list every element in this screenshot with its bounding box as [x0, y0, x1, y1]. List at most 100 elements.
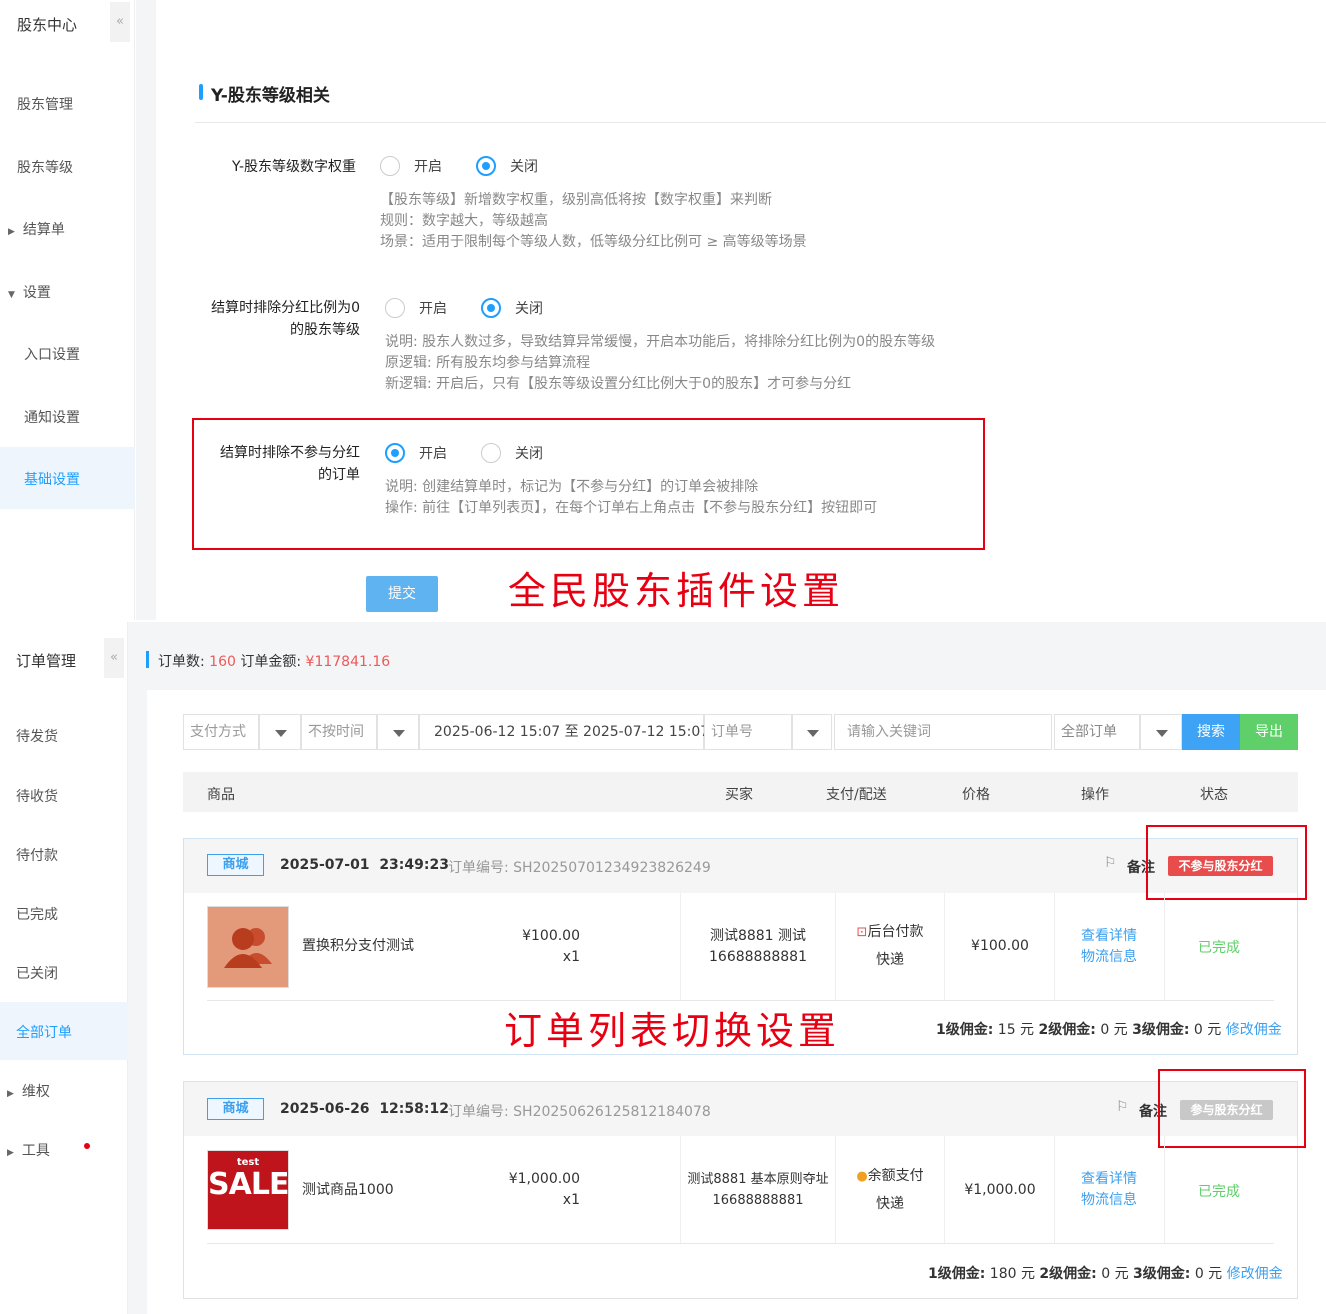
column-header: 商品 [207, 787, 235, 803]
flag-icon[interactable]: ⚐ [1116, 1099, 1129, 1115]
label-line: 结算时排除不参与分红 [220, 445, 360, 461]
edit-commission-link[interactable]: 修改佣金 [1227, 1266, 1283, 1282]
radio-off[interactable] [481, 443, 501, 463]
sidebar-item-completed[interactable]: 已完成 [16, 904, 58, 924]
sidebar-item-to-receive[interactable]: 待收货 [16, 786, 58, 806]
collapse-sidebar-icon[interactable]: « [110, 2, 130, 42]
order-date: 2025-07-01 [280, 857, 370, 873]
column-header: 操作 [1081, 787, 1109, 803]
shareholder-sidebar: 股东中心 « 股东管理 股东等级 ▶ 结算单 ▼ 设置 入口设置 通知设置 基础设置 [0, 0, 135, 620]
sidebar-item-rights[interactable]: ▶ 维权 [7, 1081, 50, 1101]
radio-group-zero-off: 关闭 [481, 298, 543, 318]
quantity: x1 [562, 949, 580, 965]
view-detail-link[interactable]: 查看详情 [1055, 1169, 1163, 1190]
radio-label[interactable]: 开启 [419, 443, 447, 463]
radio-on[interactable] [380, 156, 400, 176]
sidebar-item-all-orders[interactable]: 全部订单 [16, 1022, 72, 1042]
notification-dot [84, 1143, 90, 1149]
setting-help-weight: 【股东等级】新增数字权重，级别高低将按【数字权重】来判断 规则：数字越大，等级越… [380, 190, 807, 253]
search-button[interactable]: 搜索 [1182, 714, 1240, 750]
radio-label[interactable]: 关闭 [515, 443, 543, 463]
edit-commission-link[interactable]: 修改佣金 [1226, 1022, 1282, 1038]
buyer-name: 测试8881 基本原则夺址 [687, 1172, 829, 1187]
sidebar-item-tools[interactable]: ▶ 工具 [7, 1140, 50, 1160]
order-status: 已完成 [1198, 1184, 1240, 1200]
order-time: 23:49:23 [379, 857, 449, 873]
buyer-name: 测试8881 测试 [709, 928, 807, 944]
pay-method-select[interactable]: 支付方式 [183, 714, 259, 750]
sidebar-item-label: 结算单 [22, 222, 65, 238]
radio-label[interactable]: 开启 [419, 298, 447, 318]
radio-label[interactable]: 开启 [414, 156, 442, 176]
date-range-input[interactable]: 2025-06-12 15:07 至 2025-07-12 15:07 [419, 714, 709, 750]
sidebar-item-basic-settings[interactable]: 基础设置 [24, 469, 80, 489]
order-datetime: 2025-06-26 12:58:12 [280, 1101, 449, 1117]
collapse-sidebar-icon[interactable]: « [104, 638, 124, 678]
sidebar-item-shareholder-level[interactable]: 股东等级 [17, 157, 73, 177]
channel-tag: 商城 [207, 854, 264, 876]
logistics-link[interactable]: 物流信息 [1055, 1190, 1163, 1211]
sidebar-item-label: 工具 [21, 1143, 50, 1159]
stat-label: 订单数: [158, 654, 205, 670]
setting-label-weight: Y-股东等级数字权重 [232, 159, 356, 175]
flag-icon[interactable]: ⚐ [1104, 855, 1117, 871]
sidebar-item-settings[interactable]: ▼ 设置 [8, 282, 51, 302]
column-header: 状态 [1200, 787, 1228, 803]
annotation-plugin-settings: 全民股东插件设置 [508, 569, 845, 613]
commission-line: 1级佣金: 15 元 2级佣金: 0 元 3级佣金: 0 元 修改佣金 [936, 1019, 1282, 1041]
help-line: 新逻辑: 开启后，只有【股东等级设置分红比例大于0的股东】才可参与分红 [385, 376, 852, 392]
radio-label[interactable]: 关闭 [510, 156, 538, 176]
sidebar-item-to-ship[interactable]: 待发货 [16, 726, 58, 746]
keyword-input[interactable]: 请输入关键词 [834, 714, 1052, 750]
submit-button[interactable]: 提交 [366, 576, 438, 612]
sale-text: SALE [208, 1167, 289, 1202]
order-type-select[interactable]: 全部订单 [1054, 714, 1140, 750]
radio-off-selected[interactable] [476, 156, 496, 176]
backend-pay-icon: ⊡ [856, 925, 868, 940]
sidebar-item-shareholder-management[interactable]: 股东管理 [17, 94, 73, 114]
order-actions: 查看详情 物流信息 [1055, 1169, 1163, 1211]
chevron-down-icon [1156, 730, 1168, 737]
radio-group-zero-on: 开启 [385, 298, 447, 318]
sidebar-item-settlement[interactable]: ▶ 结算单 [8, 219, 65, 239]
product-thumbnail[interactable] [207, 906, 289, 988]
order-count: 160 [209, 654, 236, 670]
quantity: x1 [562, 1192, 580, 1208]
radio-label[interactable]: 关闭 [515, 298, 543, 318]
column-divider [1164, 1136, 1165, 1243]
radio-group-weight-off: 关闭 [476, 156, 538, 176]
radio-off-selected[interactable] [481, 298, 501, 318]
order-type-dropdown[interactable] [1140, 714, 1182, 750]
sidebar-item-closed[interactable]: 已关闭 [16, 963, 58, 983]
radio-group-weight: 开启 [380, 156, 442, 176]
time-mode-dropdown[interactable] [377, 714, 419, 750]
column-header: 支付/配送 [826, 787, 887, 803]
setting-label-exclude-orders: 结算时排除不参与分红 的订单 [190, 442, 360, 486]
delivery-method: 快递 [876, 952, 904, 968]
caret-right-icon: ▶ [7, 1148, 14, 1158]
order-price: ¥100.00 [971, 938, 1029, 954]
section-title: Y-股东等级相关 [211, 86, 330, 106]
pay-method-dropdown[interactable] [259, 714, 301, 750]
time-mode-select[interactable]: 不按时间 [301, 714, 377, 750]
search-field-select[interactable]: 订单号 [704, 714, 792, 750]
commission-value: 180 元 [989, 1266, 1035, 1282]
logistics-link[interactable]: 物流信息 [1055, 947, 1163, 968]
chevron-down-icon [393, 730, 405, 737]
sidebar-item-notify-settings[interactable]: 通知设置 [24, 407, 80, 427]
commission-label: 2级佣金: [1039, 1266, 1097, 1282]
label-line: 结算时排除分红比例为0 [211, 300, 360, 316]
help-line: 场景：适用于限制每个等级人数，低等级分红比例可 ≥ 高等级等场景 [380, 234, 807, 250]
sidebar-item-to-pay[interactable]: 待付款 [16, 845, 58, 865]
export-button[interactable]: 导出 [1240, 714, 1298, 750]
view-detail-link[interactable]: 查看详情 [1055, 926, 1163, 947]
sidebar-item-entry-settings[interactable]: 入口设置 [24, 344, 80, 364]
buyer-phone: 16688888881 [712, 1193, 804, 1208]
product-name: 测试商品1000 [302, 1182, 394, 1198]
unit-price-value: ¥1,000.00 [508, 1171, 580, 1187]
help-line: 说明: 股东人数过多，导致结算异常缓慢，开启本功能后，将排除分红比例为0的股东等… [385, 334, 936, 350]
radio-on[interactable] [385, 298, 405, 318]
product-thumbnail[interactable]: test SALE [207, 1150, 289, 1230]
radio-on-selected[interactable] [385, 443, 405, 463]
search-field-dropdown[interactable] [792, 714, 832, 750]
